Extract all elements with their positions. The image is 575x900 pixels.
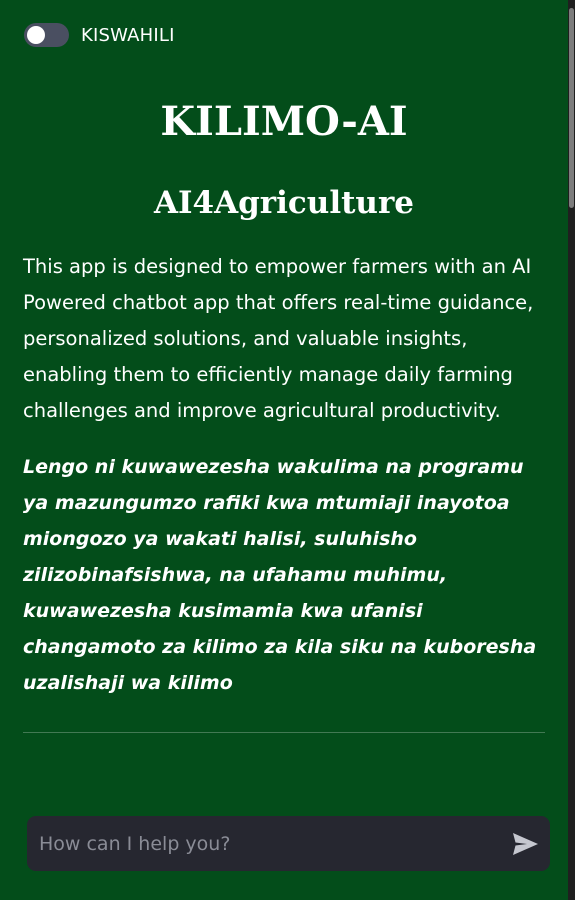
toggle-knob[interactable]	[27, 26, 45, 44]
description-swahili: Lengo ni kuwawezesha wakulima na program…	[23, 456, 537, 694]
app-main: KISWAHILI KILIMO-AI AI4Agriculture This …	[0, 0, 568, 900]
language-toggle[interactable]	[24, 23, 69, 47]
language-toggle-label[interactable]: KISWAHILI	[81, 25, 175, 46]
app-title: KILIMO-AI	[160, 98, 408, 145]
send-button[interactable]	[500, 816, 550, 871]
app-subtitle: AI4Agriculture	[153, 185, 415, 221]
send-icon	[512, 832, 538, 855]
scrollbar-thumb[interactable]	[569, 8, 574, 208]
chat-input[interactable]	[27, 816, 500, 871]
chat-input-bar	[27, 816, 550, 871]
language-toggle-row[interactable]: KISWAHILI	[24, 23, 175, 47]
description-english: This app is designed to empower farmers …	[23, 255, 534, 422]
page-scrollbar[interactable]	[568, 0, 575, 900]
divider	[23, 732, 545, 733]
